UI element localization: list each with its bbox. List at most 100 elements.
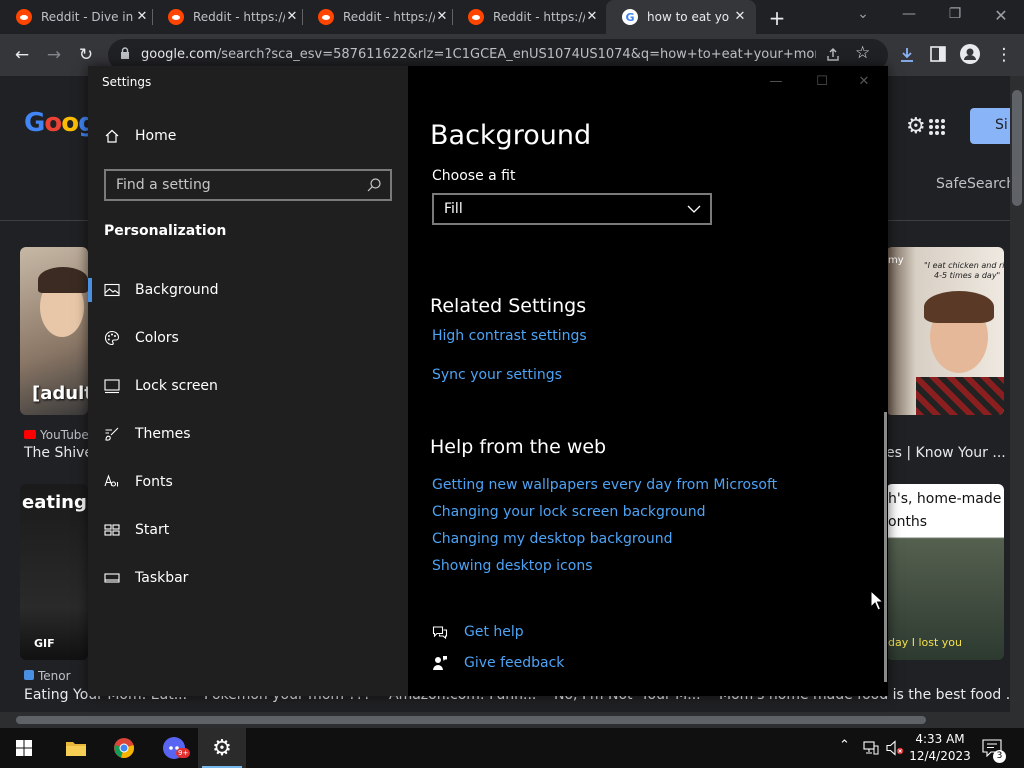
give-feedback-link[interactable]: Give feedback (432, 655, 564, 671)
settings-gear-icon[interactable]: ⚙ (906, 114, 926, 139)
kebab-menu-icon[interactable]: ⋮ (992, 43, 1016, 67)
help-link-desktop-background[interactable]: Changing my desktop background (432, 531, 673, 547)
help-link-desktop-icons[interactable]: Showing desktop icons (432, 558, 593, 574)
restore-icon[interactable]: ❐ (932, 6, 978, 22)
tab-title: Reddit - https:// (493, 10, 585, 24)
show-hidden-icons-chevron-icon[interactable]: ⌃ (839, 738, 850, 753)
horizontal-scrollbar-thumb[interactable] (16, 716, 926, 724)
start-button[interactable] (0, 728, 48, 768)
nav-item-background[interactable]: Background (88, 266, 408, 314)
hair-shape (38, 267, 88, 293)
feedback-person-icon (433, 656, 447, 670)
share-icon[interactable] (825, 47, 841, 63)
nav-item-fonts[interactable]: Fonts (88, 458, 408, 506)
volume-muted-icon[interactable] (886, 740, 904, 756)
notification-badge: 9+ (176, 748, 191, 758)
url-domain: google.com (141, 47, 217, 62)
taskbar-settings[interactable]: ⚙ (198, 728, 246, 768)
new-tab-button[interactable]: + (766, 6, 788, 30)
find-setting-input[interactable] (106, 171, 356, 199)
get-help-link[interactable]: Get help (432, 624, 524, 640)
nav-item-label: Themes (135, 426, 191, 442)
close-icon[interactable]: ✕ (284, 9, 300, 24)
download-icon[interactable] (898, 46, 916, 64)
safesearch-button[interactable]: SafeSearch (936, 176, 1015, 192)
nav-item-lock-screen[interactable]: Lock screen (88, 362, 408, 410)
nav-item-colors[interactable]: Colors (88, 314, 408, 362)
tab-reddit-1[interactable]: Reddit - Dive into ✕ (0, 0, 158, 34)
result-source-label: Tenor (38, 669, 71, 683)
close-icon[interactable]: ✕ (434, 9, 450, 24)
palette-icon (104, 330, 120, 346)
get-help-label: Get help (464, 624, 524, 640)
google-logo[interactable]: Goog (24, 108, 97, 138)
side-panel-icon[interactable] (930, 46, 946, 62)
bookmark-star-icon[interactable]: ☆ (855, 43, 870, 63)
gif-label: GIF (34, 637, 55, 650)
image-icon (104, 283, 120, 297)
apps-grid-icon[interactable] (928, 118, 946, 136)
help-link-lock-screen[interactable]: Changing your lock screen background (432, 504, 706, 520)
tab-google-active[interactable]: how to eat your ✕ (606, 0, 756, 34)
nav-item-label: Start (135, 522, 170, 538)
taskbar-chrome[interactable] (100, 728, 148, 768)
caption-text: day I lost you (888, 636, 963, 649)
nav-item-start[interactable]: Start (88, 506, 408, 554)
taskbar-file-explorer[interactable] (52, 728, 100, 768)
minimize-icon[interactable]: — (886, 6, 932, 22)
settings-minimize-icon[interactable]: — (756, 74, 796, 89)
nav-item-themes[interactable]: Themes (88, 410, 408, 458)
close-icon[interactable]: ✕ (732, 9, 748, 24)
network-icon[interactable] (863, 741, 879, 755)
profile-avatar-icon[interactable] (960, 44, 980, 64)
reload-icon[interactable]: ↻ (74, 43, 98, 67)
settings-maximize-icon[interactable]: ☐ (802, 74, 842, 89)
search-icon[interactable] (366, 177, 382, 193)
caption-text: h's, home-made (888, 491, 1002, 507)
nav-item-label: Fonts (135, 474, 173, 490)
result-title[interactable]: es | Know Your ... (886, 445, 1006, 461)
result-source: YouTube (24, 428, 89, 442)
result-source: Tenor (24, 669, 71, 683)
screen: Reddit - Dive into ✕ Reddit - https:// ✕… (0, 0, 1024, 768)
brush-icon (105, 427, 119, 441)
nav-item-taskbar[interactable]: Taskbar (88, 554, 408, 602)
caption-text: 4-5 times a day" (934, 271, 1001, 280)
lock-icon (121, 47, 129, 59)
forward-icon[interactable]: → (42, 43, 66, 67)
close-icon[interactable]: ✕ (584, 9, 600, 24)
related-settings-heading: Related Settings (430, 295, 587, 317)
tab-title: Reddit - https:// (193, 10, 285, 24)
folder-icon (66, 742, 86, 756)
nav-item-label: Background (135, 282, 219, 298)
page-scrollbar-thumb[interactable] (1012, 90, 1022, 206)
close-icon[interactable]: ✕ (134, 9, 150, 24)
settings-scrollbar[interactable] (884, 412, 887, 682)
result-thumbnail[interactable]: [adult (20, 247, 88, 415)
tab-search-icon[interactable]: ⌄ (840, 6, 886, 22)
home-icon (105, 129, 119, 143)
result-thumbnail[interactable]: h's, home-made onths day I lost you (886, 484, 1004, 660)
taskbar-discord[interactable]: 9+ (150, 728, 198, 768)
result-thumbnail[interactable]: my "I eat chicken and rice 4-5 times a d… (886, 247, 1004, 415)
clock-date: 12/4/2023 (909, 749, 971, 763)
high-contrast-link[interactable]: High contrast settings (432, 328, 587, 344)
tab-reddit-3[interactable]: Reddit - https:// ✕ (302, 0, 458, 34)
tab-reddit-4[interactable]: Reddit - https:// ✕ (452, 0, 608, 34)
shirt-shape (916, 377, 1004, 415)
give-feedback-label: Give feedback (464, 655, 565, 671)
find-setting-box[interactable] (104, 169, 392, 201)
settings-close-icon[interactable]: ✕ (844, 74, 884, 89)
result-thumbnail[interactable]: eating y GIF (20, 484, 88, 660)
youtube-icon (24, 430, 36, 439)
home-nav-item[interactable]: Home (104, 128, 176, 144)
tab-reddit-2[interactable]: Reddit - https:// ✕ (152, 0, 308, 34)
back-icon[interactable]: ← (10, 43, 34, 67)
fit-dropdown[interactable]: Fill (432, 193, 712, 225)
window-close-icon[interactable]: ✕ (978, 6, 1024, 25)
help-link-wallpapers[interactable]: Getting new wallpapers every day from Mi… (432, 477, 777, 493)
system-clock[interactable]: 4:33 AM 12/4/2023 (908, 731, 972, 765)
hair-shape (924, 291, 994, 323)
reddit-icon (468, 9, 484, 25)
sync-settings-link[interactable]: Sync your settings (432, 367, 562, 383)
